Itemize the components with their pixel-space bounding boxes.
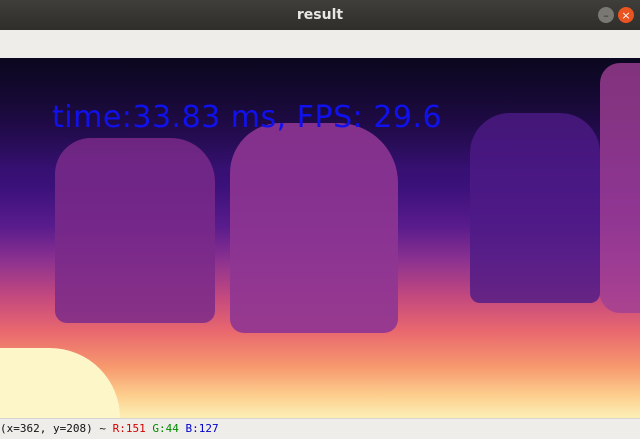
status-bar: (x=362, y=208) ~ R:151 G:44 B:127 <box>0 418 640 439</box>
fps-overlay-text: time:33.83 ms, FPS: 29.6 <box>52 100 443 135</box>
window-titlebar[interactable]: result – × <box>0 0 640 30</box>
window-title: result <box>296 7 344 23</box>
blue-value: B:127 <box>185 422 219 435</box>
green-value: G:44 <box>152 422 179 435</box>
depth-center-object <box>230 123 398 333</box>
depth-left-object <box>55 138 215 323</box>
image-canvas[interactable]: time:33.83 ms, FPS: 29.6 <box>0 58 640 418</box>
close-icon: × <box>621 8 631 22</box>
close-button[interactable]: × <box>618 7 634 23</box>
cursor-coords: (x=362, y=208) ~ <box>0 422 106 435</box>
window-toolbar <box>0 30 640 59</box>
minimize-icon: – <box>603 8 609 22</box>
depth-right-region <box>470 113 600 303</box>
depth-near-region <box>0 348 120 418</box>
minimize-button[interactable]: – <box>598 7 614 23</box>
red-value: R:151 <box>112 422 146 435</box>
depth-right-edge <box>600 63 640 313</box>
